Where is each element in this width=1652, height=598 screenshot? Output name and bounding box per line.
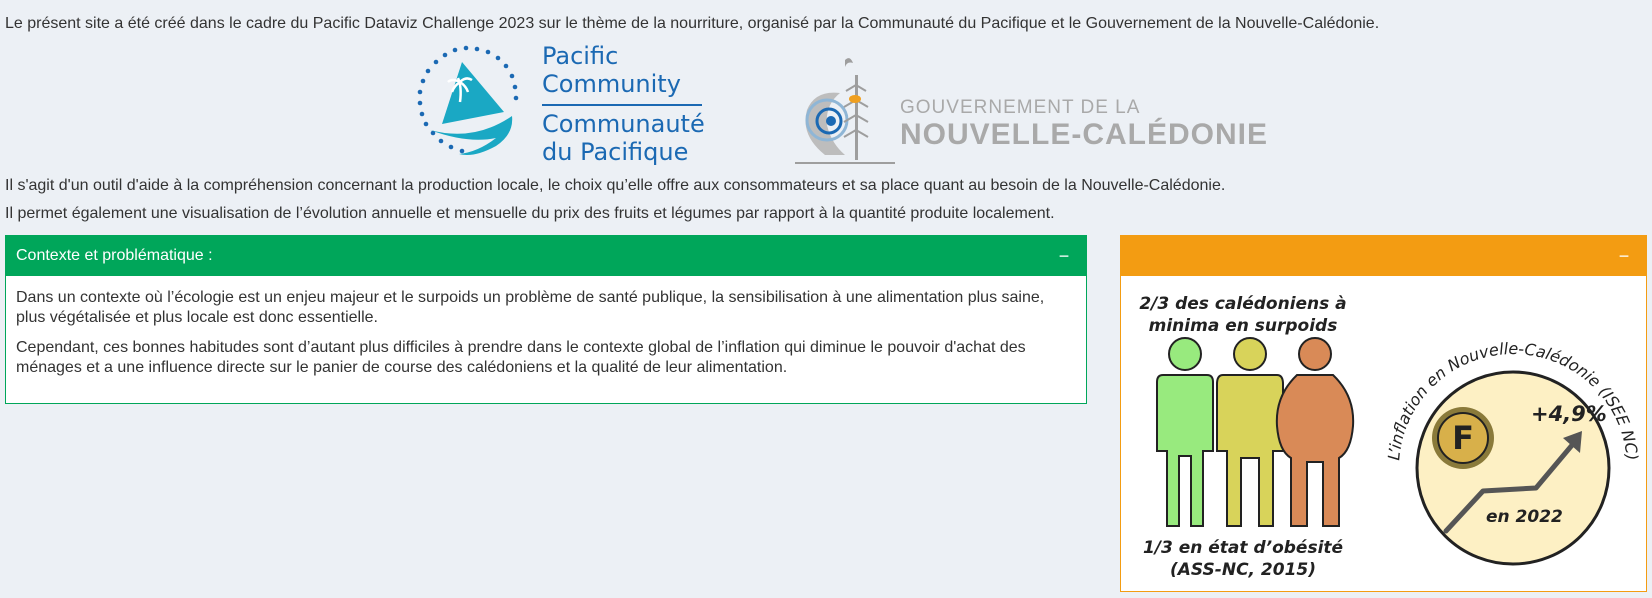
- franc-coin-icon: F: [1432, 407, 1494, 469]
- inflation-infographic: L’inflation en Nouvelle-Calédonie (ISEE …: [1384, 339, 1642, 566]
- obesity-top-line-2: minima en surpoids: [1149, 316, 1338, 336]
- intro-text-3: Il permet également une visualisation de…: [5, 205, 1055, 222]
- coin-letter: F: [1452, 419, 1474, 457]
- figure-yellow-icon: [1216, 337, 1284, 527]
- context-box-collapse-button[interactable]: −: [1050, 236, 1078, 276]
- context-box: Contexte et problématique : − Dans un co…: [5, 235, 1087, 404]
- infographic-box-collapse-button[interactable]: −: [1610, 236, 1638, 276]
- pc-logo-line-3: Communauté: [542, 110, 705, 138]
- obesity-infographic: 2/3 des calédoniens à minima en surpoids…: [1139, 294, 1355, 580]
- context-paragraph-1: Dans un contexte où l’écologie est un en…: [16, 289, 1045, 326]
- intro-text-1: Le présent site a été créé dans le cadre…: [5, 15, 1380, 32]
- gnc-logo-line-1: GOUVERNEMENT DE LA: [900, 97, 1141, 118]
- inflation-circle: [1415, 370, 1611, 566]
- infographic-image: 2/3 des calédoniens à minima en surpoids…: [1139, 294, 1642, 580]
- infographic-box: − 2/3 des calédoniens à minima en surpoi…: [1120, 235, 1647, 592]
- figure-green-icon: [1156, 337, 1214, 527]
- pc-logo-line-2: Community: [542, 70, 681, 98]
- obesity-bottom-line-1: 1/3 en état d’obésité: [1143, 538, 1344, 558]
- gouvernement-nc-logo: GOUVERNEMENT DE LA NOUVELLE-CALÉDONIE: [795, 55, 1267, 167]
- figure-orange-icon: [1275, 337, 1355, 527]
- context-box-body: Dans un contexte où l’écologie est un en…: [6, 276, 1086, 378]
- pacific-community-logo: Pacific Community Communauté du Pacifiqu…: [404, 42, 705, 167]
- obesity-bottom-line-2: (ASS-NC, 2015): [1170, 560, 1316, 580]
- context-box-header: Contexte et problématique : −: [6, 236, 1086, 276]
- inflation-year: en 2022: [1486, 507, 1563, 527]
- inflation-rate: +4,9%: [1531, 402, 1607, 426]
- pc-logo-line-4: du Pacifique: [542, 138, 689, 166]
- pc-logo-line-1: Pacific: [542, 42, 619, 70]
- context-paragraph-2: Cependant, ces bonnes habitudes sont d’a…: [16, 339, 1026, 376]
- context-box-title: Contexte et problématique :: [16, 247, 213, 264]
- pacific-community-emblem-icon: [417, 45, 519, 155]
- pc-logo-divider: [542, 104, 702, 106]
- intro-text-2: Il s'agit d'un outil d'aide à la compréh…: [5, 177, 1226, 194]
- infographic-box-header: −: [1121, 236, 1646, 276]
- gnc-emblem-icon: [795, 58, 895, 164]
- gnc-logo-line-2: NOUVELLE-CALÉDONIE: [900, 118, 1269, 151]
- obesity-top-line-1: 2/3 des calédoniens à: [1139, 294, 1346, 314]
